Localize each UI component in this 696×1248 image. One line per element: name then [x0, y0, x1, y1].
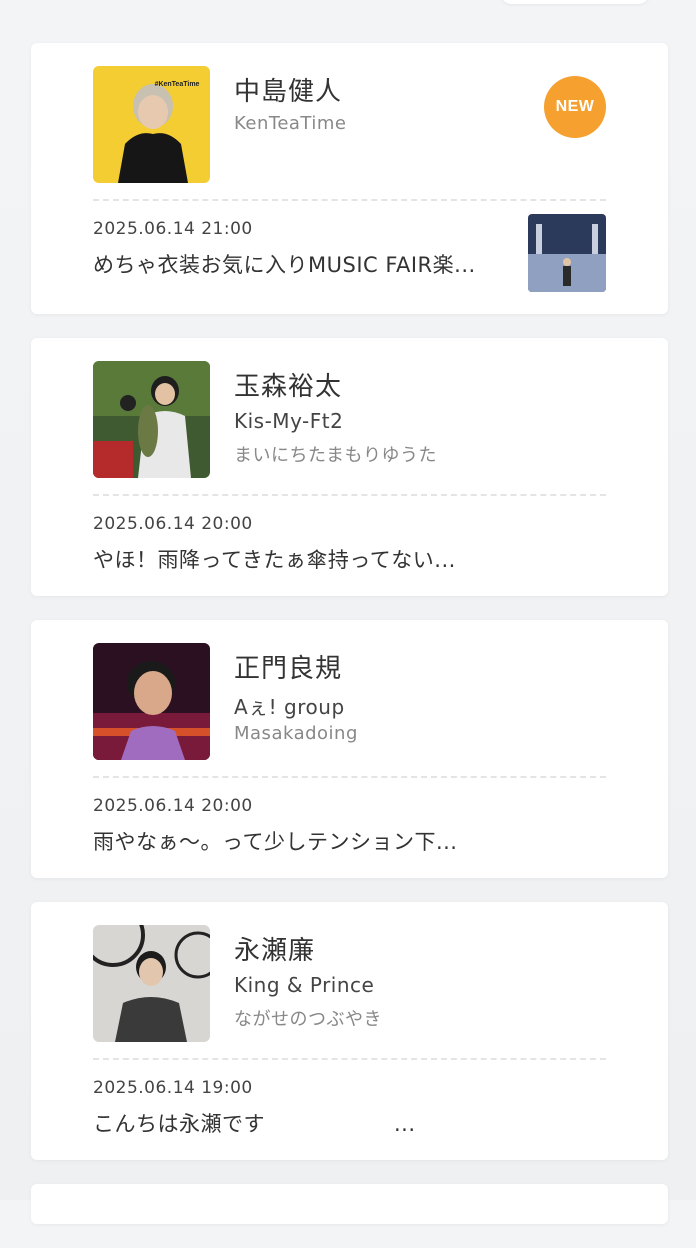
post-excerpt[interactable]: こんちは永瀬です ... — [93, 1108, 416, 1138]
post-excerpt[interactable]: 雨やなぁ〜。って少しテンション下... — [93, 826, 457, 856]
divider — [93, 776, 606, 778]
avatar[interactable] — [93, 643, 210, 760]
post-excerpt[interactable]: めちゃ衣装お気に入りMUSIC FAIR楽... — [93, 249, 476, 279]
divider — [93, 199, 606, 201]
blog-title: まいにちたまもりゆうた — [234, 445, 437, 466]
divider — [93, 1058, 606, 1060]
avatar[interactable] — [93, 361, 210, 478]
post-card[interactable] — [31, 1184, 668, 1224]
top-tab-pill[interactable] — [500, 0, 650, 4]
author-name: 中島健人 — [234, 77, 343, 107]
post-card[interactable]: 正門良規 Aぇ! group Masakadoing 2025.06.14 20… — [31, 620, 668, 878]
post-card[interactable]: 玉森裕太 Kis-My-Ft2 まいにちたまもりゆうた 2025.06.14 2… — [31, 338, 668, 596]
blog-title: Masakadoing — [234, 723, 358, 744]
post-card[interactable]: 永瀬廉 King & Prince ながせのつぶやき 2025.06.14 19… — [31, 902, 668, 1160]
post-date: 2025.06.14 19:00 — [93, 1078, 253, 1098]
post-date: 2025.06.14 20:00 — [93, 796, 253, 816]
blog-title: ながせのつぶやき — [234, 1009, 382, 1030]
post-card[interactable]: #KenTeaTime 中島健人 KenTeaTime NEW 2025.06.… — [31, 43, 668, 314]
avatar-logo: #KenTeaTime — [155, 81, 200, 88]
post-excerpt[interactable]: やほ！雨降ってきたぁ傘持ってない... — [93, 544, 456, 574]
group-name: Kis-My-Ft2 — [234, 409, 344, 433]
author-name: 永瀬廉 — [234, 936, 316, 966]
post-date: 2025.06.14 21:00 — [93, 219, 253, 239]
author-name: 正門良規 — [234, 654, 343, 684]
divider — [93, 494, 606, 496]
author-name: 玉森裕太 — [234, 372, 343, 402]
blog-title: KenTeaTime — [234, 113, 347, 134]
avatar[interactable] — [93, 925, 210, 1042]
post-thumbnail[interactable] — [528, 214, 606, 292]
group-name: King & Prince — [234, 973, 375, 997]
new-badge: NEW — [544, 76, 606, 138]
group-name: Aぇ! group — [234, 695, 345, 719]
blog-feed: #KenTeaTime 中島健人 KenTeaTime NEW 2025.06.… — [31, 43, 668, 1248]
avatar[interactable]: #KenTeaTime — [93, 66, 210, 183]
post-date: 2025.06.14 20:00 — [93, 514, 253, 534]
